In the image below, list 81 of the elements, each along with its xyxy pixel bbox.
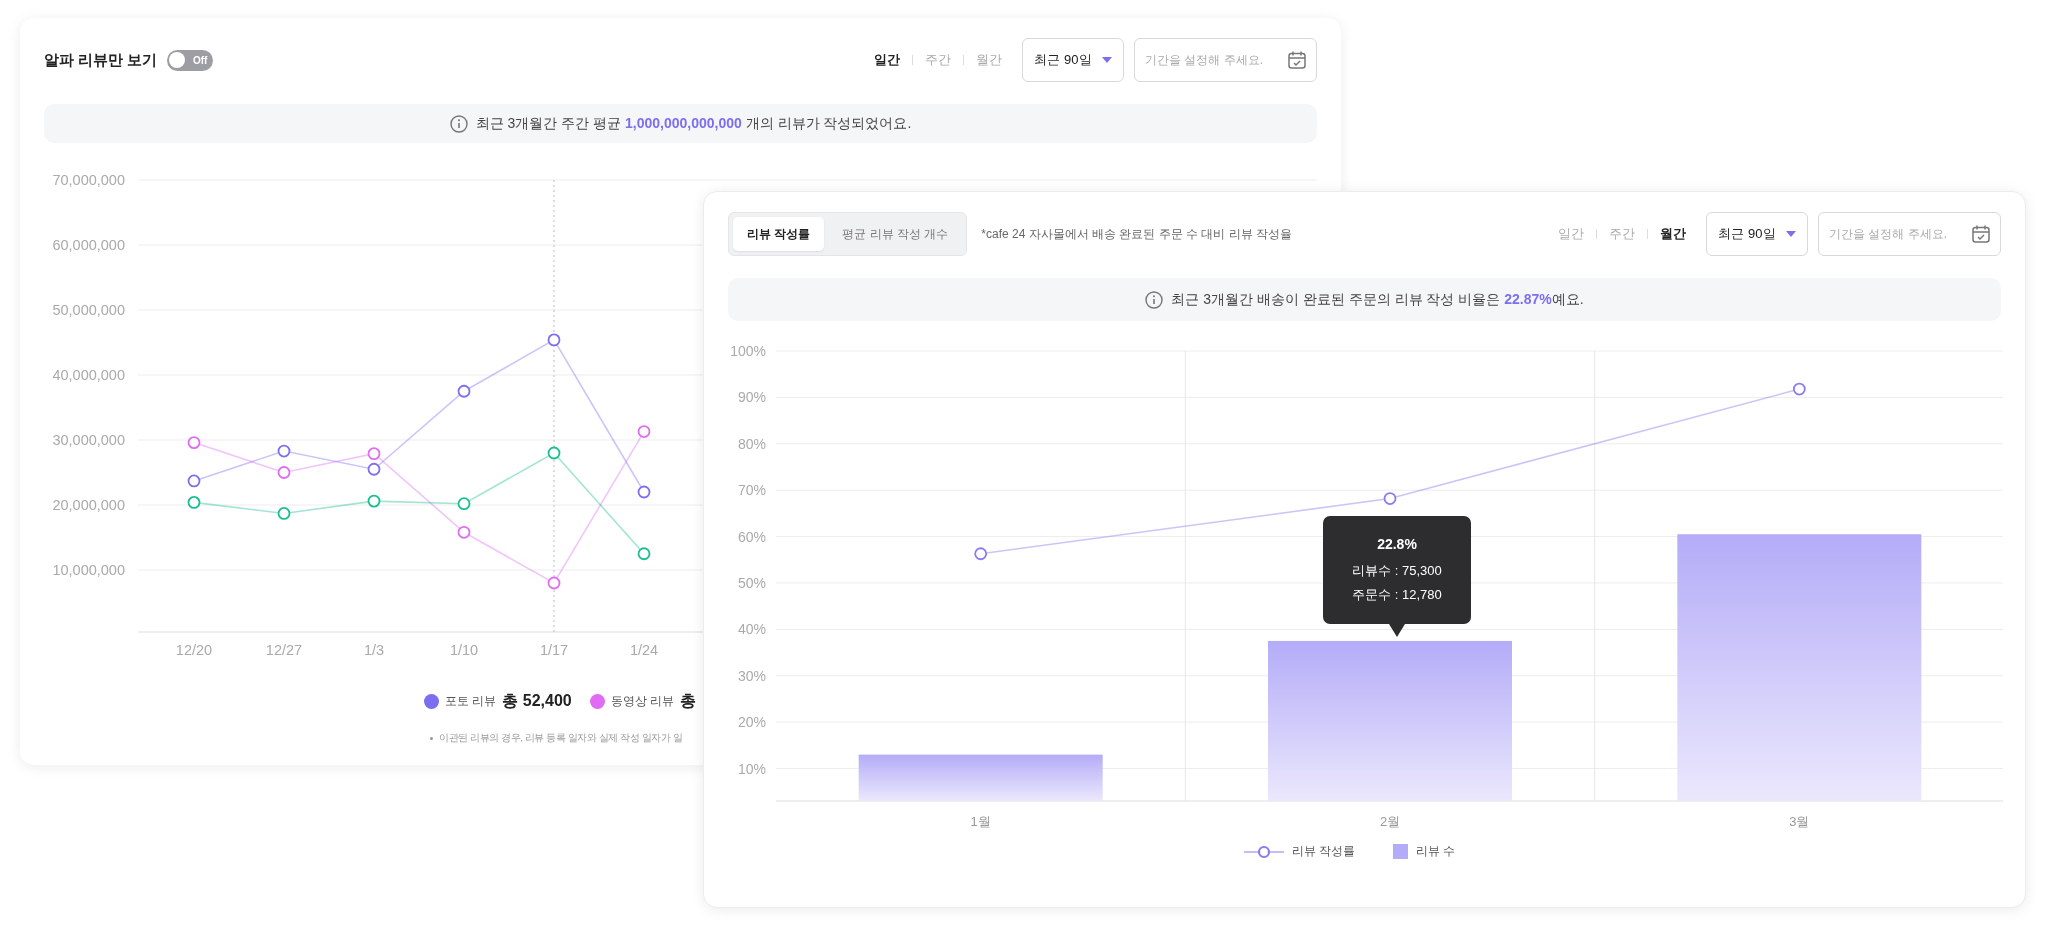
legend-label: 포토 리뷰 <box>445 693 497 710</box>
axis-label: 40,000,000 <box>52 367 125 383</box>
data-point <box>187 436 201 449</box>
axis-label: 12/27 <box>265 642 303 658</box>
tab[interactable]: 평균 리뷰 작성 개수 <box>828 217 963 251</box>
axis-label: 30% <box>737 667 766 684</box>
period-tab[interactable]: 월간 <box>1660 225 1686 243</box>
info-text: 최근 3개월간 주간 평균 1,000,000,000,000 개의 리뷰가 작성되었어요. <box>475 114 912 133</box>
axis-label: 50,000,000 <box>52 302 125 318</box>
axis-label: 1/3 <box>363 642 385 658</box>
range-dropdown[interactable]: 최근 90일 <box>1022 38 1124 82</box>
legend-total: 총 52,400 <box>502 691 572 711</box>
footnote: 이관된 리뷰의 경우, 리뷰 등록 일자와 실제 작성 일자가 일 <box>439 732 683 745</box>
period-tab[interactable]: 주간 <box>1609 225 1635 243</box>
axis-label: 100% <box>730 343 766 359</box>
legend-label: 리뷰 작성률 <box>1291 843 1355 860</box>
data-point <box>547 333 561 347</box>
date-field[interactable]: 기간을 설정해 주세요. <box>1818 212 2001 256</box>
axis-label: 2월 <box>1379 814 1401 829</box>
data-point <box>457 384 471 398</box>
axis-label: 90% <box>737 389 766 406</box>
data-point <box>277 507 291 520</box>
data-point <box>187 474 201 488</box>
axis-label: 40% <box>737 621 766 638</box>
data-point <box>367 447 381 461</box>
legend-total: 총 <box>680 691 697 711</box>
info-text: 최근 3개월간 배송이 완료된 주문의 리뷰 작성 비율은 22.87%예요. <box>1171 290 1584 309</box>
axis-label: 80% <box>737 435 766 452</box>
legend-label: 동영상 리뷰 <box>610 693 675 710</box>
filter-label: 알파 리뷰만 보기 <box>44 50 158 70</box>
axis-label: 20,000,000 <box>52 497 125 513</box>
period-tab[interactable]: 월간 <box>976 51 1002 69</box>
alpha-toggle[interactable]: Off <box>167 49 214 71</box>
data-point <box>1792 382 1806 396</box>
axis-label: 30,000,000 <box>52 432 125 448</box>
bullet-icon <box>430 737 433 740</box>
calendar-icon <box>1971 224 1991 244</box>
axis-label: 10,000,000 <box>52 562 125 578</box>
data-point <box>457 525 471 539</box>
axis-label: 12/20 <box>175 642 213 658</box>
caret-icon <box>1785 231 1796 237</box>
data-point <box>277 444 291 458</box>
caret-icon <box>1101 57 1112 63</box>
data-point <box>1383 492 1397 505</box>
period-tab[interactable]: 일간 <box>874 51 900 69</box>
info-icon <box>449 114 468 133</box>
data-point <box>367 494 381 508</box>
data-point <box>367 462 381 476</box>
data-point <box>457 497 471 511</box>
tooltip-title: 22.8% <box>1377 536 1417 552</box>
axis-label: 70% <box>737 482 766 499</box>
data-point <box>637 485 651 499</box>
data-point <box>277 466 291 479</box>
tab[interactable]: 리뷰 작성률 <box>733 217 825 251</box>
axis-label: 10% <box>737 760 766 777</box>
axis-label: 50% <box>737 574 766 591</box>
axis-label: 70,000,000 <box>52 172 125 188</box>
range-dropdown[interactable]: 최근 90일 <box>1706 212 1808 256</box>
period-tab[interactable]: 주간 <box>925 51 951 69</box>
calendar-icon <box>1287 50 1307 70</box>
data-point <box>637 425 651 438</box>
data-point <box>547 446 561 460</box>
tooltip-line: 리뷰수 : 75,300 <box>1352 562 1442 580</box>
data-point <box>547 576 561 590</box>
axis-label: 1/10 <box>449 642 479 658</box>
tooltip-line: 주문수 : 12,780 <box>1352 586 1442 604</box>
axis-label: 60% <box>737 528 766 545</box>
axis-label: 3월 <box>1789 814 1810 829</box>
axis-label: 60,000,000 <box>52 237 125 253</box>
axis-label: 1월 <box>970 814 991 829</box>
axis-label: 1/17 <box>539 642 569 658</box>
date-field[interactable]: 기간을 설정해 주세요. <box>1134 38 1317 82</box>
note-text: *cafe 24 자사몰에서 배송 완료된 주문 수 대비 리뷰 작성율 <box>981 225 1293 243</box>
info-icon <box>1145 290 1164 309</box>
legend-label: 리뷰 수 <box>1416 843 1456 860</box>
data-point <box>637 547 651 561</box>
period-tab[interactable]: 일간 <box>1558 225 1584 243</box>
axis-label: 20% <box>737 714 766 731</box>
data-point <box>974 547 988 561</box>
data-point <box>187 496 201 509</box>
axis-label: 1/24 <box>629 642 659 658</box>
